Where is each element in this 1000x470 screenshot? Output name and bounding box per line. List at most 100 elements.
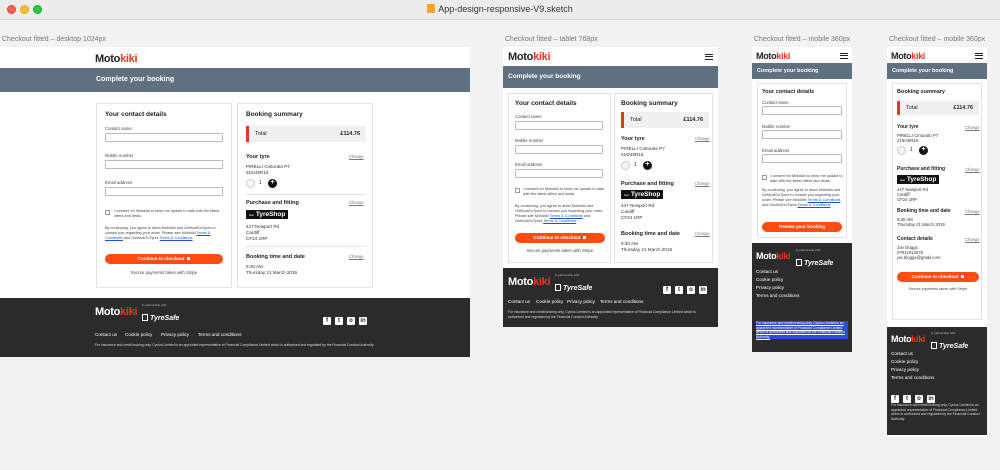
mobile-number-label: Mobile number (762, 124, 791, 129)
motokiki-terms-link[interactable]: Terms & Conditions (808, 198, 841, 202)
footer-link-cookies[interactable]: Cookie policy (125, 332, 152, 337)
change-tyre-link[interactable]: Change (965, 125, 980, 130)
window-title: App-design-responsive-V9.sketch (0, 4, 1000, 14)
instagram-icon[interactable]: o (347, 317, 355, 325)
hamburger-menu-icon[interactable] (975, 53, 983, 59)
footer-logo[interactable]: Motokiki (756, 251, 790, 261)
consent-checkbox[interactable] (105, 210, 110, 215)
footer-logo[interactable]: Motokiki (891, 334, 925, 344)
booking-date: Thursday 21 March 2019 (621, 247, 673, 252)
change-time-link[interactable]: Change (695, 231, 710, 236)
increase-quantity-button[interactable]: + (919, 146, 928, 155)
terms-text: By continuing, you agree to allow Motoki… (762, 188, 844, 208)
hamburger-menu-icon[interactable] (705, 54, 713, 60)
footer-link-cookies[interactable]: Cookie policy (756, 277, 783, 282)
footer-link-cookies[interactable]: Cookie policy (536, 299, 563, 304)
address-line-2: Cardiff (621, 209, 635, 214)
contact-name-input[interactable] (515, 121, 603, 130)
footer-link-privacy[interactable]: Privacy policy (161, 332, 189, 337)
footer: Motokiki in partnership with TyreSafe fto… (0, 298, 470, 357)
instagram-icon[interactable]: o (915, 395, 923, 403)
booking-summary-card: Booking summary Total £114.76 Your tyre C… (614, 93, 713, 263)
partner-terms-link[interactable]: Terms & Conditions (160, 236, 193, 240)
partner-terms-link[interactable]: Terms & Conditions (543, 219, 576, 223)
contact-card: Your contact details Contact name Mobile… (757, 83, 847, 238)
artboard-label-desktop[interactable]: Checkout fitted – desktop 1024px (2, 36, 106, 43)
footer-link-terms[interactable]: Terms and conditions (600, 299, 643, 304)
contact-card: Your contact details Contact name Mobile… (96, 103, 232, 288)
footer-logo[interactable]: Motokiki (508, 276, 551, 288)
footer-link-privacy[interactable]: Privacy policy (891, 367, 919, 372)
footer-link-terms[interactable]: Terms and conditions (891, 375, 934, 380)
mobile-number-input[interactable] (762, 130, 842, 139)
logo-text-b: kiki (533, 51, 551, 63)
twitter-icon[interactable]: t (903, 395, 911, 403)
linkedin-icon[interactable]: in (927, 395, 935, 403)
contact-name-input[interactable] (762, 106, 842, 115)
artboard-label-mobile-1[interactable]: Checkout fitted – mobile 360px (754, 36, 850, 43)
contact-name-input[interactable] (105, 133, 223, 142)
mobile-number-label: Mobile number (105, 153, 134, 158)
partner-small-text: in partnership with (142, 303, 167, 307)
terms-mid: and GetAndGoTyres (762, 203, 797, 207)
change-fitting-link[interactable]: Change (695, 181, 710, 186)
footer-legal-text-selected[interactable]: For insurance and credit broking only, C… (756, 321, 848, 340)
consent-checkbox[interactable] (762, 175, 767, 180)
footer-link-contact[interactable]: Contact us (508, 299, 530, 304)
motokiki-terms-link[interactable]: Terms & Conditions (550, 214, 583, 218)
partner-terms-link[interactable]: Terms & Conditions (798, 203, 831, 207)
footer-link-contact[interactable]: Contact us (756, 269, 778, 274)
footer-link-terms[interactable]: Terms and conditions (756, 293, 799, 298)
increase-quantity-button[interactable]: + (643, 161, 652, 170)
linkedin-icon[interactable]: in (699, 286, 707, 294)
footer-link-cookies[interactable]: Cookie policy (891, 359, 918, 364)
facebook-icon[interactable]: f (891, 395, 899, 403)
decrease-quantity-button[interactable] (897, 146, 906, 155)
twitter-icon[interactable]: t (335, 317, 343, 325)
instagram-icon[interactable]: o (687, 286, 695, 294)
change-contact-link[interactable]: Change (965, 237, 980, 242)
address-line-3: CF24 1RP (246, 236, 268, 241)
footer-link-contact[interactable]: Contact us (891, 351, 913, 356)
motokiki-logo[interactable]: Motokiki (95, 53, 138, 65)
decrease-quantity-button[interactable] (246, 179, 255, 188)
fitting-heading: Purchase and fitting (621, 181, 674, 187)
facebook-icon[interactable]: f (663, 286, 671, 294)
change-tyre-link[interactable]: Change (349, 154, 364, 159)
facebook-icon[interactable]: f (323, 317, 331, 325)
email-input[interactable] (762, 154, 842, 163)
email-input[interactable] (105, 187, 223, 196)
increase-quantity-button[interactable]: + (268, 179, 277, 188)
footer-logo[interactable]: Motokiki (95, 306, 138, 318)
footer-link-privacy[interactable]: Privacy policy (756, 285, 784, 290)
hamburger-menu-icon[interactable] (840, 53, 848, 59)
motokiki-logo[interactable]: Motokiki (891, 51, 925, 61)
footer: Motokiki in partnership with TyreSafe Con… (887, 327, 987, 435)
change-tyre-link[interactable]: Change (695, 136, 710, 141)
footer-link-privacy[interactable]: Privacy policy (567, 299, 595, 304)
email-input[interactable] (515, 169, 603, 178)
continue-to-checkout-button[interactable]: Continue to checkout (105, 254, 223, 264)
decrease-quantity-button[interactable] (621, 161, 630, 170)
consent-text: I consent for Motokiki to keep me update… (770, 174, 843, 183)
continue-to-checkout-button[interactable]: Continue to checkout (515, 233, 605, 243)
change-fitting-link[interactable]: Change (965, 167, 980, 172)
linkedin-icon[interactable]: in (359, 317, 367, 325)
artboard-label-mobile-2[interactable]: Checkout fitted – mobile 360px (889, 36, 985, 43)
continue-to-checkout-button[interactable]: Continue to checkout (897, 272, 979, 282)
artboard-label-tablet[interactable]: Checkout fitted – tablet 768px (505, 36, 598, 43)
footer-link-terms[interactable]: Terms and conditions (198, 332, 241, 337)
change-time-link[interactable]: Change (965, 209, 980, 214)
mobile-number-input[interactable] (515, 145, 603, 154)
motokiki-logo[interactable]: Motokiki (756, 51, 790, 61)
fitter-by: Get (900, 178, 905, 182)
review-booking-button[interactable]: Review your booking (762, 222, 842, 232)
consent-checkbox[interactable] (515, 188, 520, 193)
motokiki-logo[interactable]: Motokiki (508, 51, 551, 63)
footer-link-contact[interactable]: Contact us (95, 332, 117, 337)
change-time-link[interactable]: Change (349, 254, 364, 259)
time-heading: Booking time and date (621, 231, 680, 237)
twitter-icon[interactable]: t (675, 286, 683, 294)
mobile-number-input[interactable] (105, 160, 223, 169)
change-fitting-link[interactable]: Change (349, 200, 364, 205)
